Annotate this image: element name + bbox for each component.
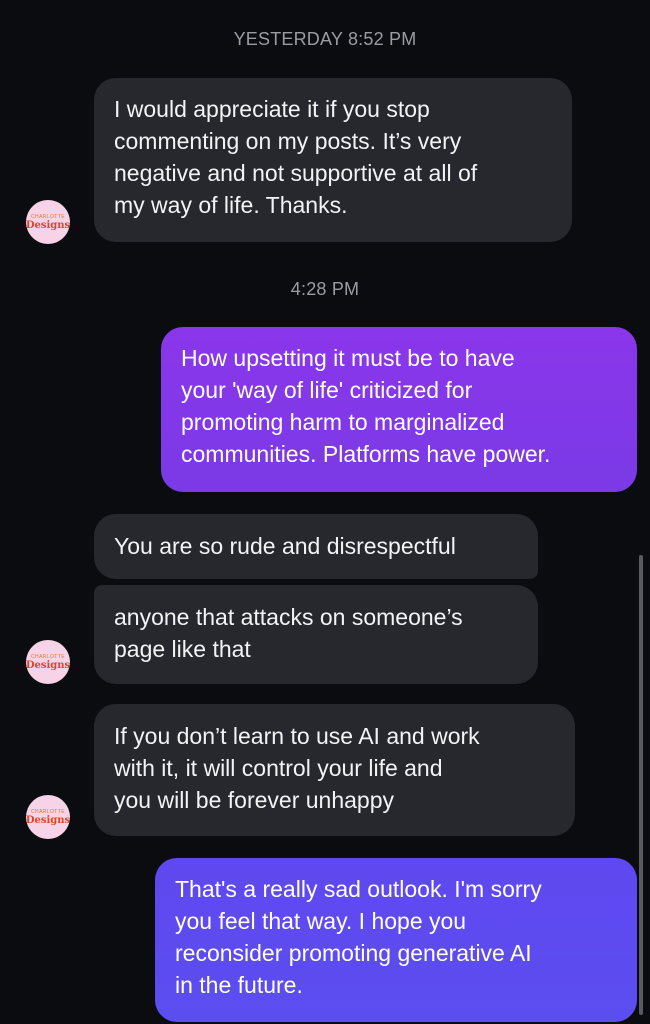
message-bubble-sent[interactable]: How upsetting it must be to have your 'w… bbox=[161, 327, 637, 492]
contact-avatar[interactable]: CHARLOTTE Designs bbox=[26, 200, 70, 244]
message-bubble-sent[interactable]: That's a really sad outlook. I'm sorry y… bbox=[155, 858, 637, 1022]
contact-avatar[interactable]: CHARLOTTE Designs bbox=[26, 640, 70, 684]
message-bubble-received[interactable]: I would appreciate it if you stop commen… bbox=[94, 78, 572, 242]
message-bubble-received[interactable]: If you don’t learn to use AI and work wi… bbox=[94, 704, 575, 836]
message-bubble-received[interactable]: You are so rude and disrespectful bbox=[94, 514, 538, 579]
scrollbar[interactable] bbox=[639, 555, 643, 1015]
timestamp: 4:28 PM bbox=[290, 279, 360, 299]
avatar-brand-main: Designs bbox=[26, 814, 70, 826]
message-bubble-received[interactable]: anyone that attacks on someone’s page li… bbox=[94, 585, 538, 684]
avatar-brand-main: Designs bbox=[26, 219, 70, 231]
avatar-brand-main: Designs bbox=[26, 659, 70, 671]
timestamp: YESTERDAY 8:52 PM bbox=[233, 29, 417, 49]
contact-avatar[interactable]: CHARLOTTE Designs bbox=[26, 795, 70, 839]
